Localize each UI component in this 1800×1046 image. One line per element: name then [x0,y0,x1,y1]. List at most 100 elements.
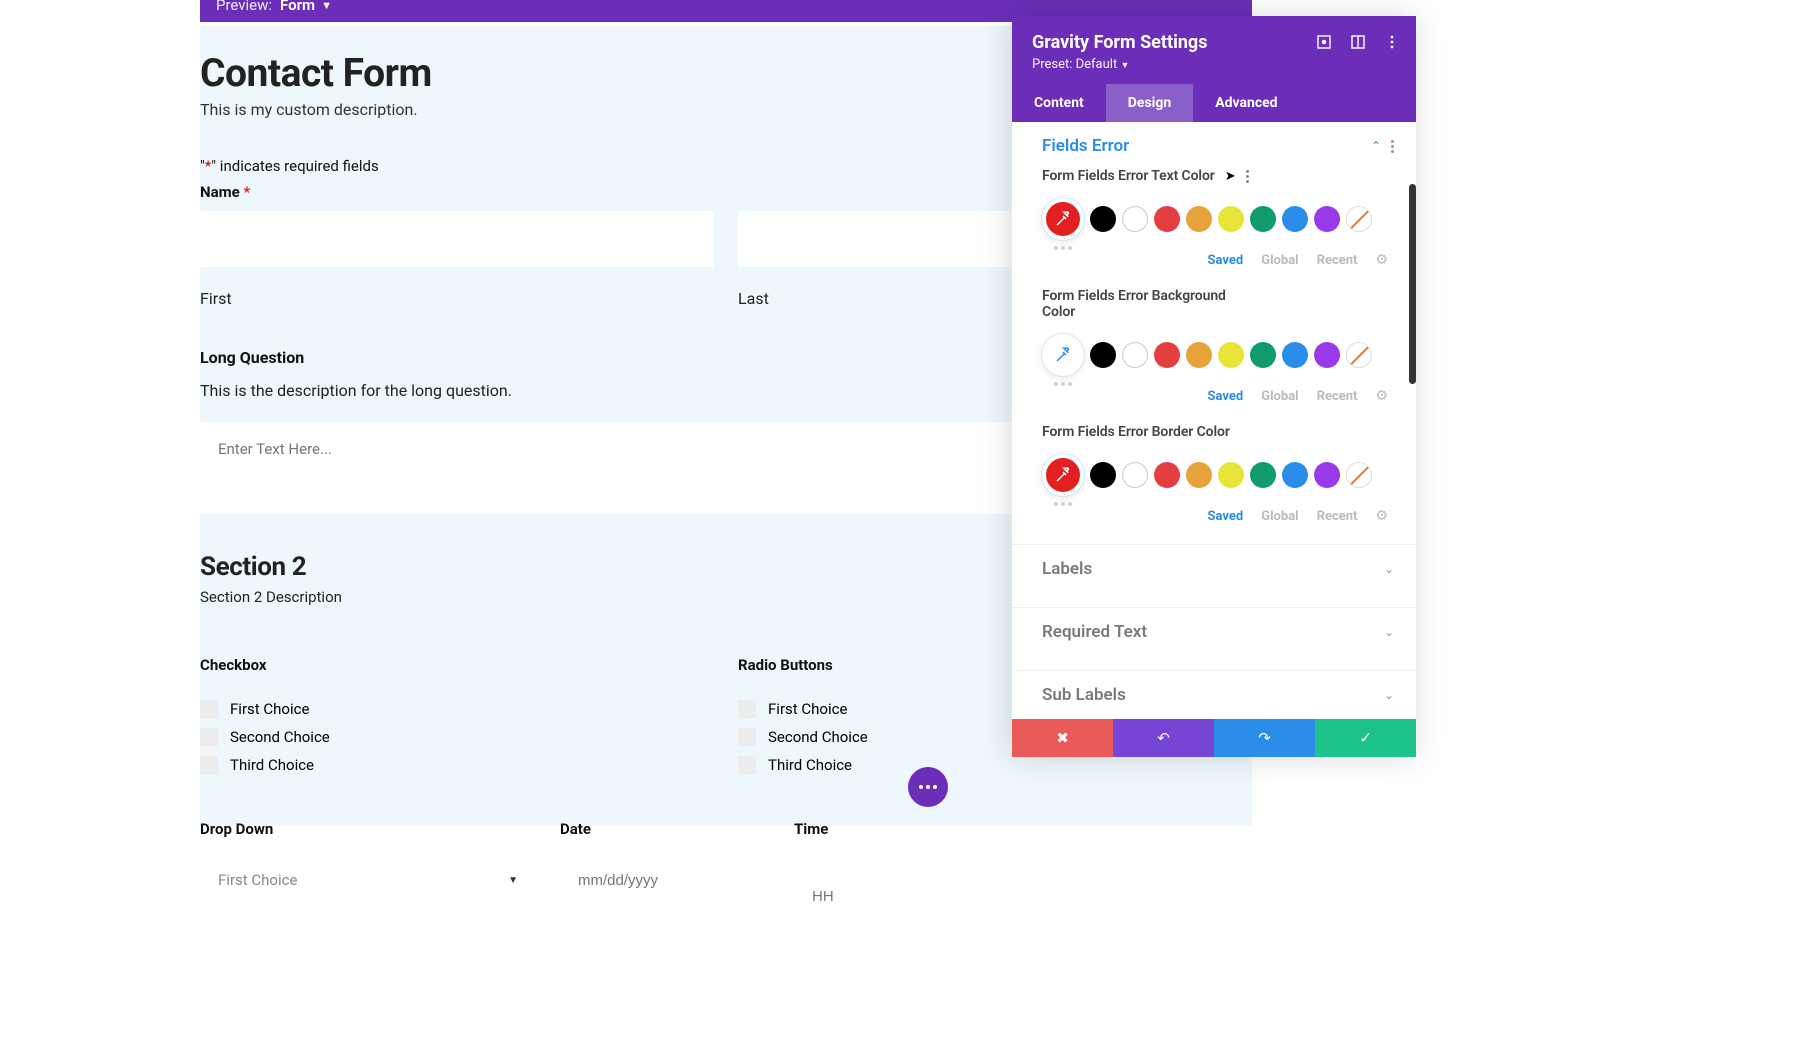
more-dots-icon[interactable] [1054,382,1390,386]
tab-design[interactable]: Design [1106,84,1193,122]
color-swatch[interactable] [1282,342,1308,368]
color-swatch-transparent[interactable] [1346,342,1372,368]
radio-icon[interactable] [738,700,756,718]
color-swatch[interactable] [1250,206,1276,232]
preview-value[interactable]: Form [280,0,315,14]
color-swatch[interactable] [1122,342,1148,368]
color-swatch[interactable] [1250,342,1276,368]
radio-item[interactable]: Third Choice [738,756,1252,774]
undo-button[interactable]: ↶ [1113,719,1214,757]
color-swatch[interactable] [1122,462,1148,488]
color-picker-button[interactable] [1042,198,1084,240]
checkbox-icon[interactable] [200,700,218,718]
columns-icon[interactable] [1350,34,1366,50]
color-picker-button[interactable] [1042,334,1084,376]
color-swatch[interactable] [1154,206,1180,232]
palette-recent[interactable]: Recent [1317,253,1358,268]
checkbox-label: Checkbox [200,656,714,674]
color-swatch[interactable] [1218,206,1244,232]
preview-label: Preview: [216,0,272,14]
checkbox-item[interactable]: Third Choice [200,756,714,774]
color-swatch[interactable] [1186,462,1212,488]
expand-icon[interactable] [1316,34,1332,50]
color-swatch[interactable] [1090,206,1116,232]
chevron-down-icon[interactable]: ▼ [321,0,332,12]
section-labels[interactable]: Labels ⌄ [1012,545,1416,591]
checkbox-icon[interactable] [200,756,218,774]
more-dots-icon[interactable] [1054,246,1390,250]
color-swatch[interactable] [1250,462,1276,488]
chevron-down-icon: ⌄ [1384,562,1394,576]
color-swatch[interactable] [1282,462,1308,488]
color-swatch[interactable] [1186,206,1212,232]
chevron-up-icon[interactable]: ⌃ [1371,139,1381,153]
checkbox-icon[interactable] [200,728,218,746]
section-sub-labels[interactable]: Sub Labels ⌄ [1012,671,1416,717]
color-swatches-border [1042,454,1390,496]
palette-saved[interactable]: Saved [1208,389,1244,404]
settings-panel: Gravity Form Settings Preset: Default ▼ … [1012,16,1416,757]
cursor-icon[interactable]: ➤ [1225,169,1236,184]
opt-border-color-label: Form Fields Error Border Color [1042,424,1230,440]
color-swatch[interactable] [1154,342,1180,368]
more-icon[interactable] [1391,140,1394,153]
dropdown-label: Drop Down [200,820,536,838]
palette-recent[interactable]: Recent [1317,389,1358,404]
color-swatch[interactable] [1090,342,1116,368]
palette-saved[interactable]: Saved [1208,509,1244,524]
time-hh-input[interactable] [794,870,892,922]
color-swatch[interactable] [1218,462,1244,488]
radio-icon[interactable] [738,728,756,746]
time-ampm-input[interactable] [1026,870,1098,922]
panel-footer: ✖ ↶ ↷ ✓ [1012,719,1416,757]
more-fab[interactable] [908,767,948,807]
palette-global[interactable]: Global [1261,389,1298,404]
scrollbar[interactable] [1409,184,1416,384]
color-swatch[interactable] [1090,462,1116,488]
save-button[interactable]: ✓ [1315,719,1416,757]
first-name-input[interactable] [200,211,714,267]
chevron-down-icon: ⌄ [1384,688,1394,702]
date-input[interactable] [560,852,770,908]
color-swatch[interactable] [1186,342,1212,368]
color-swatch[interactable] [1314,462,1340,488]
tab-content[interactable]: Content [1012,84,1106,122]
checkbox-item[interactable]: Second Choice [200,728,714,746]
opt-bg-color-label: Form Fields Error BackgroundColor [1042,288,1226,320]
color-picker-button[interactable] [1042,454,1084,496]
dropdown-select[interactable]: First Choice ▼ [200,852,536,908]
color-swatch[interactable] [1314,342,1340,368]
checkbox-item[interactable]: First Choice [200,700,714,718]
color-swatch[interactable] [1282,206,1308,232]
radio-icon[interactable] [738,756,756,774]
more-icon[interactable] [1384,34,1400,50]
color-swatch[interactable] [1122,206,1148,232]
color-swatch-transparent[interactable] [1346,462,1372,488]
cancel-button[interactable]: ✖ [1012,719,1113,757]
gear-icon[interactable]: ⚙ [1375,252,1388,268]
first-name-sublabel: First [200,289,714,308]
opt-text-color-label: Form Fields Error Text Color [1042,168,1215,184]
chevron-down-icon: ▼ [508,875,518,886]
section-fields-error[interactable]: Fields Error ⌃ [1012,122,1416,168]
palette-saved[interactable]: Saved [1208,253,1244,268]
more-dots-icon[interactable] [1054,502,1390,506]
color-swatch[interactable] [1314,206,1340,232]
color-swatch[interactable] [1218,342,1244,368]
redo-button[interactable]: ↷ [1214,719,1315,757]
panel-preset[interactable]: Preset: Default ▼ [1032,57,1396,72]
gear-icon[interactable]: ⚙ [1375,388,1388,404]
more-icon[interactable] [1246,170,1249,183]
section-required-text[interactable]: Required Text ⌄ [1012,608,1416,654]
time-label: Time [794,820,1252,838]
palette-global[interactable]: Global [1261,509,1298,524]
panel-tabs: Content Design Advanced [1012,84,1416,122]
chevron-down-icon: ⌄ [1384,625,1394,639]
time-mm-input[interactable] [910,870,1008,922]
palette-global[interactable]: Global [1261,253,1298,268]
color-swatch[interactable] [1154,462,1180,488]
palette-recent[interactable]: Recent [1317,509,1358,524]
tab-advanced[interactable]: Advanced [1193,84,1299,122]
color-swatch-transparent[interactable] [1346,206,1372,232]
gear-icon[interactable]: ⚙ [1375,508,1388,524]
